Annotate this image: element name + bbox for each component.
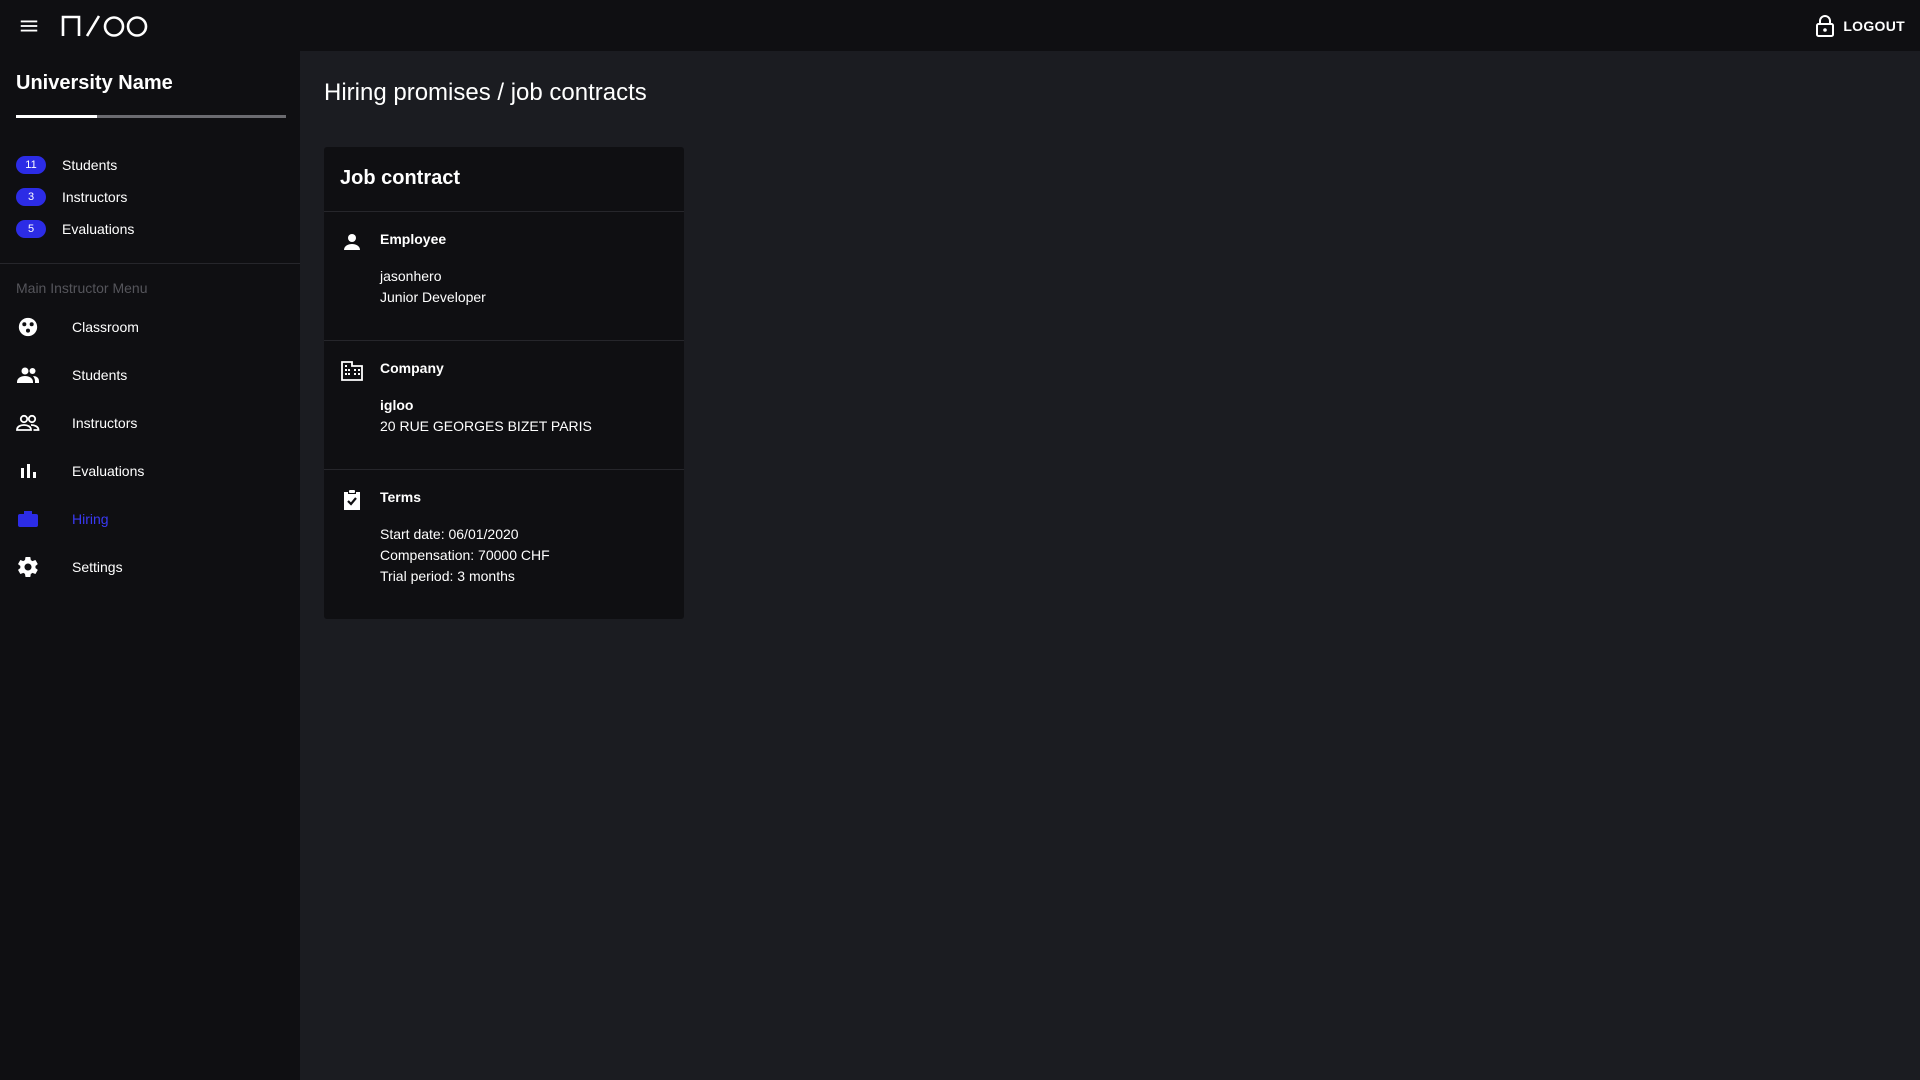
clipboard-check-icon bbox=[344, 490, 360, 510]
card-title: Job contract bbox=[324, 147, 684, 212]
count-label: Students bbox=[62, 157, 118, 173]
start-date: Start date: 06/01/2020 bbox=[380, 526, 519, 542]
progress-bar bbox=[16, 115, 286, 118]
sidebar-item-classroom[interactable]: Classroom bbox=[0, 303, 300, 351]
section-title: Terms bbox=[380, 489, 421, 505]
employee-section: Employee jasonhero Junior Developer bbox=[324, 212, 684, 341]
company-address: 20 RUE GEORGES BIZET PARIS bbox=[380, 418, 592, 434]
summary-counts: 11 Students 3 Instructors 5 Evaluations bbox=[16, 149, 134, 245]
sidebar-item-label: Evaluations bbox=[72, 463, 145, 479]
sidebar-item-evaluations[interactable]: Evaluations bbox=[0, 447, 300, 495]
sidebar-divider bbox=[0, 263, 300, 264]
count-badge: 3 bbox=[16, 188, 46, 206]
sidebar-item-label: Hiring bbox=[72, 511, 109, 527]
sidebar-item-label: Instructors bbox=[72, 415, 138, 431]
sidebar-item-label: Students bbox=[72, 367, 128, 383]
bar-chart-icon bbox=[16, 459, 40, 483]
count-label: Instructors bbox=[62, 189, 128, 205]
employee-username: jasonhero bbox=[380, 268, 442, 284]
employee-role: Junior Developer bbox=[380, 289, 486, 305]
sidebar-item-label: Classroom bbox=[72, 319, 139, 335]
trial-period: Trial period: 3 months bbox=[380, 568, 515, 584]
person-icon bbox=[344, 234, 360, 250]
compensation: Compensation: 70000 CHF bbox=[380, 547, 550, 563]
briefcase-icon bbox=[16, 507, 40, 531]
terms-section: Terms Start date: 06/01/2020 Compensatio… bbox=[324, 470, 684, 618]
count-label: Evaluations bbox=[62, 221, 135, 237]
section-title: Employee bbox=[380, 231, 447, 247]
progress-bar-fill bbox=[16, 115, 97, 118]
page-title: Hiring promises / job contracts bbox=[324, 79, 647, 106]
count-evaluations[interactable]: 5 Evaluations bbox=[16, 213, 134, 245]
sidebar: University Name 11 Students 3 Instructor… bbox=[0, 51, 300, 1080]
gear-icon bbox=[16, 555, 40, 579]
hamburger-menu-icon[interactable] bbox=[18, 15, 40, 37]
students-icon bbox=[16, 363, 40, 387]
company-name: igloo bbox=[380, 397, 414, 413]
main-nav: Classroom Students Instructors Evaluatio… bbox=[0, 303, 300, 591]
main-content: Hiring promises / job contracts Job cont… bbox=[300, 51, 1920, 1080]
section-title: Company bbox=[380, 360, 444, 376]
sidebar-item-label: Settings bbox=[72, 559, 123, 575]
sidebar-item-hiring[interactable]: Hiring bbox=[0, 495, 300, 543]
menu-heading: Main Instructor Menu bbox=[16, 280, 148, 296]
job-contract-card: Job contract Employee jasonhero Junior D… bbox=[324, 147, 684, 619]
classroom-icon bbox=[16, 315, 40, 339]
building-icon bbox=[341, 361, 363, 381]
instructors-icon bbox=[16, 411, 40, 435]
university-name: University Name bbox=[16, 72, 173, 94]
sidebar-item-students[interactable]: Students bbox=[0, 351, 300, 399]
company-section: Company igloo 20 RUE GEORGES BIZET PARIS bbox=[324, 341, 684, 470]
brand-logo[interactable] bbox=[61, 15, 150, 37]
sidebar-item-instructors[interactable]: Instructors bbox=[0, 399, 300, 447]
top-app-bar: LOGOUT bbox=[0, 0, 1920, 51]
count-instructors[interactable]: 3 Instructors bbox=[16, 181, 134, 213]
count-badge: 11 bbox=[16, 156, 46, 174]
logout-button[interactable]: LOGOUT bbox=[1815, 13, 1905, 39]
count-students[interactable]: 11 Students bbox=[16, 149, 134, 181]
lock-icon bbox=[1816, 15, 1835, 37]
logout-label: LOGOUT bbox=[1843, 18, 1905, 34]
count-badge: 5 bbox=[16, 220, 46, 238]
sidebar-item-settings[interactable]: Settings bbox=[0, 543, 300, 591]
